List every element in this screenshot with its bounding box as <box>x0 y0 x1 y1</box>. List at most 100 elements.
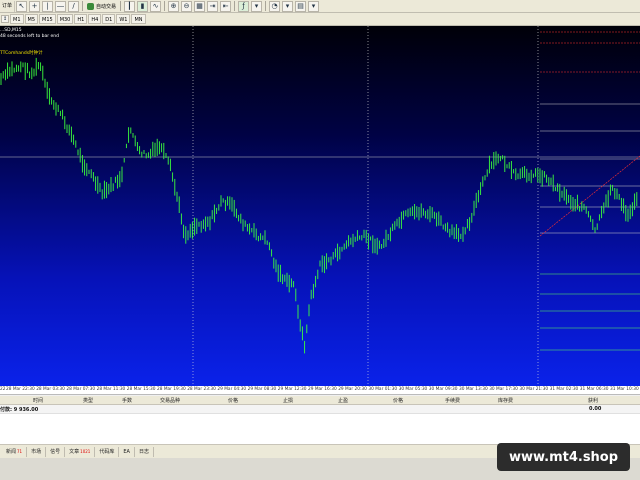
time-axis-label: 28 Mar 11:30 <box>96 387 126 392</box>
tab-label: 日志 <box>138 448 149 455</box>
price-chart[interactable]: ...SD,M15 48 seconds left to bar end TTC… <box>0 26 640 386</box>
cursor-icon[interactable]: ↕ <box>1 15 9 23</box>
terminal-panel: 时间 类型 手数 交易品种 价格 止损 止盈 价格 手续费 库存费 获利 付款: 9 936.00 … <box>0 396 640 444</box>
templates-dropdown-icon[interactable]: ▾ <box>308 0 320 12</box>
time-axis-label: 30 Mar 21:30 <box>519 387 549 392</box>
timeframe-m5[interactable]: M5 <box>24 14 38 24</box>
mouse-pointer-icon[interactable]: ↖ <box>16 0 28 12</box>
terminal-tab[interactable]: 市场 <box>27 446 47 457</box>
tab-label: 代码库 <box>99 448 115 455</box>
time-axis-label: 28 Mar 22:30 <box>6 387 35 392</box>
column-header[interactable]: 手数 <box>122 397 132 404</box>
column-header[interactable]: 库存费 <box>498 397 513 404</box>
timeframe-d1[interactable]: D1 <box>102 14 116 24</box>
time-axis: 22 28 Mar 22:30 28 Mar 03:30 28 Mar 07:30 28… <box>0 386 640 395</box>
terminal-tab[interactable]: EA <box>119 446 135 457</box>
balance-text: 付款: 9 936.00 <box>0 407 39 413</box>
timeframe-w1[interactable]: W1 <box>116 14 131 24</box>
time-axis-label: 29 Mar 08:30 <box>247 387 277 392</box>
balance-row[interactable]: 付款: 9 936.00 0.00 <box>0 405 640 414</box>
chart-canvas <box>0 26 640 386</box>
time-axis-label: 28 Mar 19:30 <box>157 387 186 392</box>
tab-badge: 1021 <box>80 448 91 454</box>
time-axis-label: 30 Mar 17:30 <box>489 387 518 392</box>
autoscroll-icon[interactable]: ⇥ <box>207 0 219 12</box>
timeframe-mn[interactable]: MN <box>131 14 146 24</box>
time-axis-label: 28 Mar 23:30 <box>187 387 216 392</box>
horizontal-line-icon[interactable]: ― <box>55 0 67 12</box>
column-header[interactable]: 类型 <box>83 397 93 404</box>
periods-icon[interactable]: ◔ <box>269 0 281 12</box>
candlestick-icon[interactable]: ▮ <box>137 0 149 12</box>
zoom-out-icon[interactable]: ⊖ <box>181 0 193 12</box>
column-header[interactable]: 交易品种 <box>160 397 180 404</box>
terminal-tab[interactable]: 文章1021 <box>65 446 96 457</box>
column-header[interactable]: 时间 <box>33 397 43 404</box>
tab-badge: 71 <box>17 448 23 454</box>
time-axis-label: 28 Mar 03:30 <box>36 387 65 392</box>
toolbar-separator <box>234 1 236 11</box>
indicators-dropdown-icon[interactable]: ▾ <box>251 0 263 12</box>
terminal-tab[interactable]: 日志 <box>135 446 154 457</box>
watermark: www.mt4.shop <box>497 443 630 471</box>
column-header[interactable]: 止损 <box>283 397 293 404</box>
terminal-tab[interactable]: 新闻71 <box>2 446 28 457</box>
indicator-label: TTComhands时钟计 <box>0 51 43 56</box>
column-header[interactable]: 手续费 <box>445 397 460 404</box>
autotrading-button[interactable]: 自动交易 <box>85 1 118 12</box>
autotrading-label: 自动交易 <box>96 3 117 10</box>
time-axis-label: 30 Mar 13:30 <box>459 387 488 392</box>
main-toolbar: 订单 ↖ + | ― / 自动交易 ┃ ▮ ∿ ⊕ ⊖ ▦ ⇥ ⇤ ƒ ▾ ◔ … <box>0 0 640 13</box>
crosshair-icon[interactable]: + <box>29 0 41 12</box>
tab-label: 市场 <box>31 448 42 455</box>
toolbar-separator <box>120 1 122 11</box>
periodicity-toolbar: ↕ M1 M5 M15 M30 H1 H4 D1 W1 MN <box>0 13 640 26</box>
time-axis-label: 22 <box>0 387 6 392</box>
new-order-button[interactable]: 订单 <box>0 0 16 12</box>
timeframe-h1[interactable]: H1 <box>74 14 88 24</box>
toolbar-separator <box>265 1 267 11</box>
profit-total: 0.00 <box>589 406 602 412</box>
bar-chart-icon[interactable]: ┃ <box>124 0 136 12</box>
indicators-icon[interactable]: ƒ <box>238 0 250 12</box>
vertical-line-icon[interactable]: | <box>42 0 54 12</box>
time-axis-label: 30 Mar 09:30 <box>428 387 458 392</box>
time-axis-label: 28 Mar 07:30 <box>66 387 96 392</box>
tab-label: 新闻 <box>6 448 17 455</box>
column-header[interactable]: 获利 <box>588 397 598 404</box>
timeframe-h4[interactable]: H4 <box>88 14 102 24</box>
time-axis-label: 29 Mar 20:30 <box>338 387 367 392</box>
line-chart-icon[interactable]: ∿ <box>150 0 162 12</box>
time-axis-label: 28 Mar 15:30 <box>126 387 156 392</box>
tile-windows-icon[interactable]: ▦ <box>194 0 206 12</box>
time-axis-label: 29 Mar 12:30 <box>277 387 307 392</box>
toolbar-separator <box>82 1 84 11</box>
time-axis-label: 31 Mar 02:30 <box>549 387 579 392</box>
time-axis-label: 30 Mar 01:30 <box>368 387 398 392</box>
templates-icon[interactable]: ▤ <box>295 0 307 12</box>
column-header[interactable]: 止盈 <box>338 397 348 404</box>
periods-dropdown-icon[interactable]: ▾ <box>282 0 294 12</box>
chart-shift-icon[interactable]: ⇤ <box>220 0 232 12</box>
time-axis-label: 29 Mar 04:30 <box>217 387 247 392</box>
column-header[interactable]: 价格 <box>228 397 238 404</box>
time-axis-label: 31 Mar 06:30 <box>579 387 609 392</box>
timeframe-m30[interactable]: M30 <box>56 14 74 24</box>
tab-label: 文章 <box>69 448 80 455</box>
tab-label: 信号 <box>50 448 61 455</box>
terminal-tab[interactable]: 信号 <box>46 446 66 457</box>
column-header[interactable]: 价格 <box>393 397 403 404</box>
zoom-in-icon[interactable]: ⊕ <box>168 0 180 12</box>
terminal-tab[interactable]: 代码库 <box>95 446 120 457</box>
mt4-terminal-window: 订单 ↖ + | ― / 自动交易 ┃ ▮ ∿ ⊕ ⊖ ▦ ⇥ ⇤ ƒ ▾ ◔ … <box>0 0 640 480</box>
time-axis-label: 30 Mar 05:30 <box>398 387 428 392</box>
autotrading-icon <box>87 2 95 10</box>
terminal-column-header: 时间 类型 手数 交易品种 价格 止损 止盈 价格 手续费 库存费 获利 <box>0 396 640 405</box>
bar-timer-label: 48 seconds left to bar end <box>0 34 60 39</box>
trendline-icon[interactable]: / <box>68 0 80 12</box>
timeframe-m1[interactable]: M1 <box>10 14 24 24</box>
timeframe-m15[interactable]: M15 <box>39 14 56 24</box>
time-axis-label: 31 Mar 10:30 <box>610 387 639 392</box>
time-axis-label: 29 Mar 16:30 <box>308 387 337 392</box>
trend-line <box>539 155 640 237</box>
